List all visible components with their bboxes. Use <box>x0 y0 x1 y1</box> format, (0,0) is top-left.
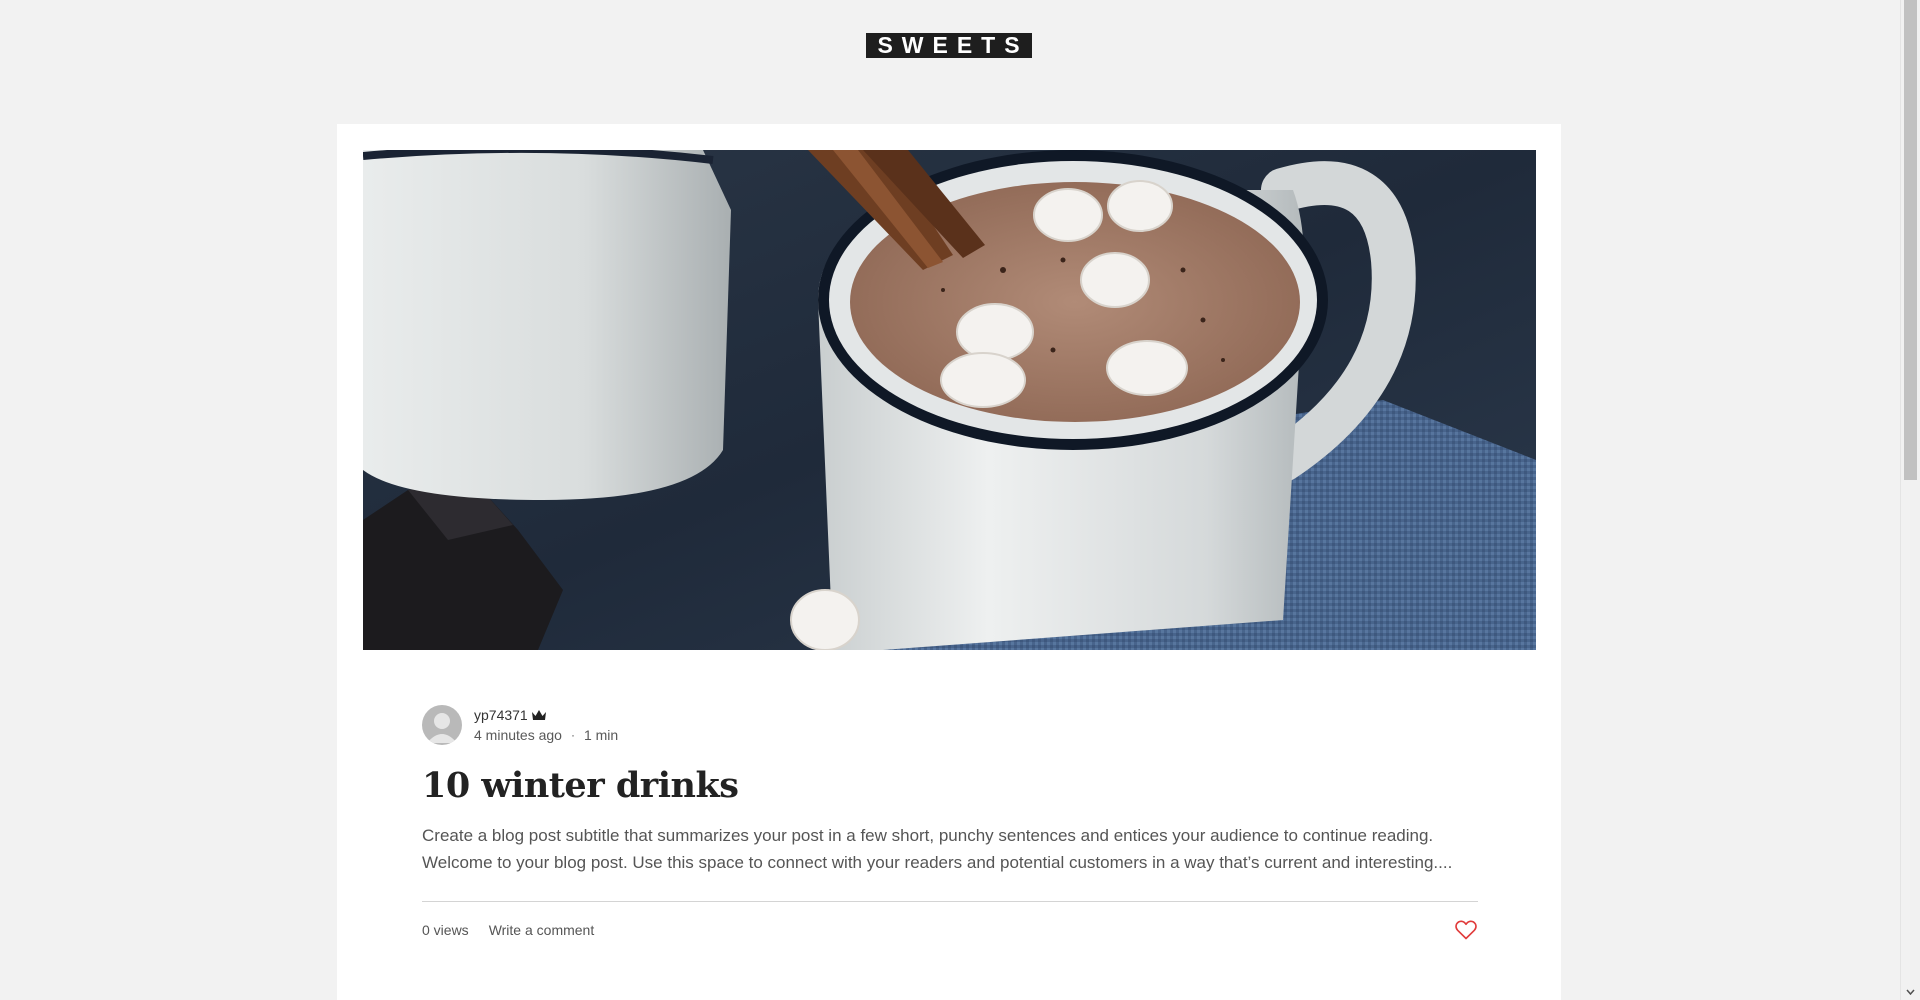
page: SWEETS yp74371 4 minutes ago · 1 min 10 … <box>0 0 1920 1000</box>
scroll-down-arrow-icon[interactable] <box>1901 983 1920 1000</box>
post-info: 4 minutes ago · 1 min <box>474 725 618 745</box>
post-excerpt[interactable]: Create a blog post subtitle that summari… <box>422 822 1478 876</box>
write-comment-link[interactable]: Write a comment <box>489 922 595 938</box>
excerpt-line-1: Create a blog post subtitle that summari… <box>422 826 1434 845</box>
heart-icon <box>1455 920 1477 940</box>
crown-icon <box>531 709 547 721</box>
divider <box>422 901 1478 902</box>
post-card: yp74371 4 minutes ago · 1 min 10 winter … <box>337 124 1561 1000</box>
excerpt-line-2: Welcome to your blog post. Use this spac… <box>422 853 1453 872</box>
author-name[interactable]: yp74371 <box>474 707 528 723</box>
user-avatar-icon <box>427 713 457 743</box>
author-line: yp74371 <box>474 705 618 725</box>
post-title[interactable]: 10 winter drinks <box>422 764 1478 808</box>
meta-separator: · <box>570 728 575 742</box>
view-count: 0 views <box>422 922 469 938</box>
header: SWEETS <box>0 33 1898 58</box>
post-time: 4 minutes ago <box>474 727 562 743</box>
scrollbar-thumb[interactable] <box>1904 0 1917 480</box>
post-content: yp74371 4 minutes ago · 1 min 10 winter … <box>422 704 1478 942</box>
site-logo[interactable]: SWEETS <box>866 33 1032 58</box>
vertical-scrollbar[interactable] <box>1900 0 1920 1000</box>
avatar[interactable] <box>422 705 462 745</box>
read-time: 1 min <box>583 727 619 743</box>
post-meta: yp74371 4 minutes ago · 1 min <box>474 705 618 745</box>
post-cover-image[interactable] <box>363 150 1536 650</box>
like-button[interactable] <box>1454 918 1478 942</box>
post-footer: 0 views Write a comment <box>422 918 1478 942</box>
author-row: yp74371 4 minutes ago · 1 min <box>422 704 1478 746</box>
